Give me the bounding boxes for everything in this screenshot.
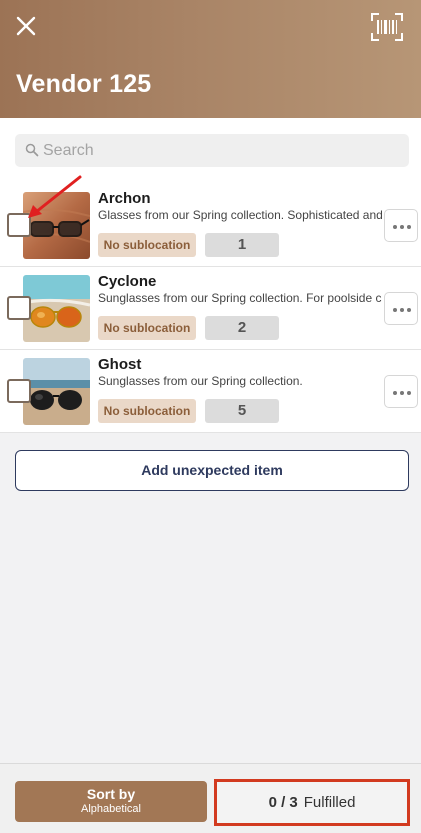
sublocation-badge[interactable]: No sublocation bbox=[98, 316, 196, 340]
quantity-badge[interactable]: 5 bbox=[205, 399, 279, 423]
eyeglasses-on-wood-thumbnail bbox=[23, 192, 90, 259]
sublocation-badge[interactable]: No sublocation bbox=[98, 399, 196, 423]
header-bar: Vendor 125 bbox=[0, 0, 421, 118]
barcode-scan-button[interactable] bbox=[371, 13, 403, 41]
dot-icon bbox=[400, 391, 404, 395]
footer-bar: Sort by Alphabetical 0 / 3 Fulfilled bbox=[0, 763, 421, 833]
quantity-badge[interactable]: 1 bbox=[205, 233, 279, 257]
sort-title: Sort by bbox=[86, 786, 136, 802]
aviator-sunglasses-on-sand-thumbnail bbox=[23, 275, 90, 342]
search-bar bbox=[15, 134, 409, 167]
dot-icon bbox=[400, 308, 404, 312]
fulfilled-counter: 0 / 3 Fulfilled bbox=[214, 779, 410, 826]
more-options-button[interactable] bbox=[384, 209, 418, 242]
sublocation-badge[interactable]: No sublocation bbox=[98, 233, 196, 257]
more-options-button[interactable] bbox=[384, 375, 418, 408]
item-name: Archon bbox=[98, 190, 151, 207]
close-icon bbox=[16, 16, 36, 36]
search-icon bbox=[25, 143, 39, 157]
item-checkbox[interactable] bbox=[7, 213, 31, 237]
barcode-scan-icon bbox=[371, 13, 403, 41]
sort-value: Alphabetical bbox=[81, 803, 141, 815]
list-item: Archon Glasses from our Spring collectio… bbox=[0, 184, 421, 267]
dot-icon bbox=[393, 225, 397, 229]
dot-icon bbox=[393, 391, 397, 395]
list-item: Ghost Sunglasses from our Spring collect… bbox=[0, 350, 421, 433]
dot-icon bbox=[393, 308, 397, 312]
more-options-button[interactable] bbox=[384, 292, 418, 325]
dot-icon bbox=[400, 225, 404, 229]
item-list: Archon Glasses from our Spring collectio… bbox=[0, 118, 421, 433]
page-title: Vendor 125 bbox=[16, 70, 152, 98]
add-unexpected-item-button[interactable]: Add unexpected item bbox=[15, 450, 409, 491]
item-checkbox[interactable] bbox=[7, 379, 31, 403]
list-item: Cyclone Sunglasses from our Spring colle… bbox=[0, 267, 421, 350]
item-checkbox[interactable] bbox=[7, 296, 31, 320]
quantity-badge[interactable]: 2 bbox=[205, 316, 279, 340]
item-description: Glasses from our Spring collection. Soph… bbox=[98, 208, 383, 222]
fulfilled-count: 0 / 3 bbox=[268, 794, 298, 811]
item-name: Cyclone bbox=[98, 273, 157, 290]
dot-icon bbox=[407, 308, 411, 312]
dot-icon bbox=[407, 391, 411, 395]
sort-button[interactable]: Sort by Alphabetical bbox=[15, 781, 207, 822]
item-description: Sunglasses from our Spring collection. F… bbox=[98, 291, 382, 305]
item-description: Sunglasses from our Spring collection. bbox=[98, 374, 303, 388]
dot-icon bbox=[407, 225, 411, 229]
close-button[interactable] bbox=[12, 12, 40, 40]
main-content: Archon Glasses from our Spring collectio… bbox=[0, 118, 421, 763]
search-input[interactable] bbox=[43, 134, 393, 167]
sunglasses-on-beach-thumbnail bbox=[23, 358, 90, 425]
fulfilled-label: Fulfilled bbox=[303, 794, 356, 811]
item-name: Ghost bbox=[98, 356, 142, 373]
